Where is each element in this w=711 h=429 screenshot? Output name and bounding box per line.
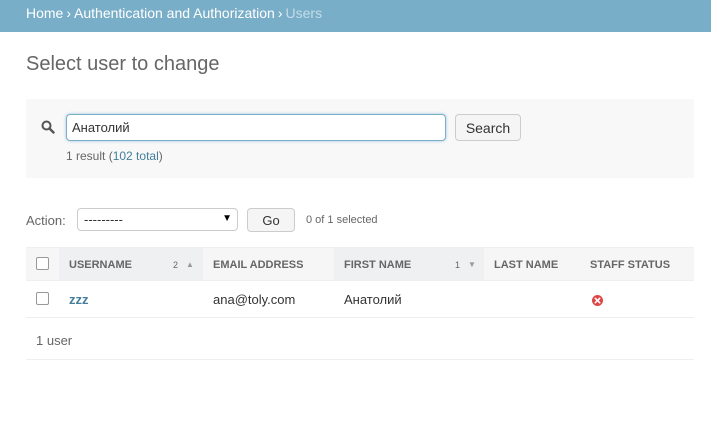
page-title: Select user to change [26,53,220,75]
search-panel: Search 1 result (102 total) [26,99,694,178]
column-header-first-name[interactable]: First name 1 ▼ [334,248,484,280]
total-count-link[interactable]: 102 total [113,149,159,163]
action-label: Action: [26,213,66,228]
go-button[interactable]: Go [247,208,295,232]
selection-counter: 0 of 1 selected [306,214,378,226]
paginator: 1 user [26,318,694,360]
first-name-cell: Анатолий [344,292,402,307]
select-all-cell [26,248,59,280]
dropdown-caret-icon: ▼ [222,213,232,224]
breadcrumb-separator: › [66,5,72,21]
sort-priority-username: 2 [173,260,179,270]
result-total-label: 1 user [36,333,73,348]
column-header-username[interactable]: Username 2 ▲ [59,248,203,280]
action-select-value: --------- [84,212,123,227]
select-all-checkbox[interactable] [36,257,49,270]
action-select[interactable]: --------- ▼ [77,208,238,231]
search-button[interactable]: Search [455,114,521,141]
result-count: 1 result [66,149,106,163]
sort-priority-first-name: 1 [455,260,461,270]
breadcrumb-home-link[interactable]: Home [26,5,63,21]
column-header-last-name[interactable]: Last name [484,248,580,280]
email-cell: ana@toly.com [213,292,296,307]
sort-descending-icon[interactable]: ▼ [468,260,476,269]
sort-ascending-icon[interactable]: ▲ [186,260,194,269]
column-header-email[interactable]: Email address [203,248,334,280]
search-input[interactable] [66,114,446,141]
search-icon [41,120,55,134]
column-label-email: Email address [213,259,304,271]
row-select-checkbox[interactable] [36,292,49,305]
column-label-first-name: First name [344,259,412,271]
column-header-staff-status[interactable]: Staff status [580,248,694,280]
breadcrumb-section-link[interactable]: Authentication and Authorization [74,5,275,21]
breadcrumb-current: Users [285,5,323,21]
result-list: Username 2 ▲ Email address First name 1 … [26,247,694,360]
staff-status-no-icon [592,295,603,306]
breadcrumb-separator: › [277,5,283,21]
search-result-summary: 1 result (102 total) [66,149,163,163]
table-header: Username 2 ▲ Email address First name 1 … [26,247,694,281]
username-cell: zzz [69,292,89,307]
breadcrumb: Home › Authentication and Authorization › Us… [0,0,711,32]
column-label-last-name: Last name [494,259,559,271]
column-label-staff-status: Staff status [590,259,671,271]
column-label-username: Username [69,259,132,271]
table-row: zzz ana@toly.com Анатолий [26,281,694,318]
username-link[interactable]: zzz [69,292,89,307]
actions-bar: Action: --------- ▼ Go 0 of 1 selected [26,208,694,232]
